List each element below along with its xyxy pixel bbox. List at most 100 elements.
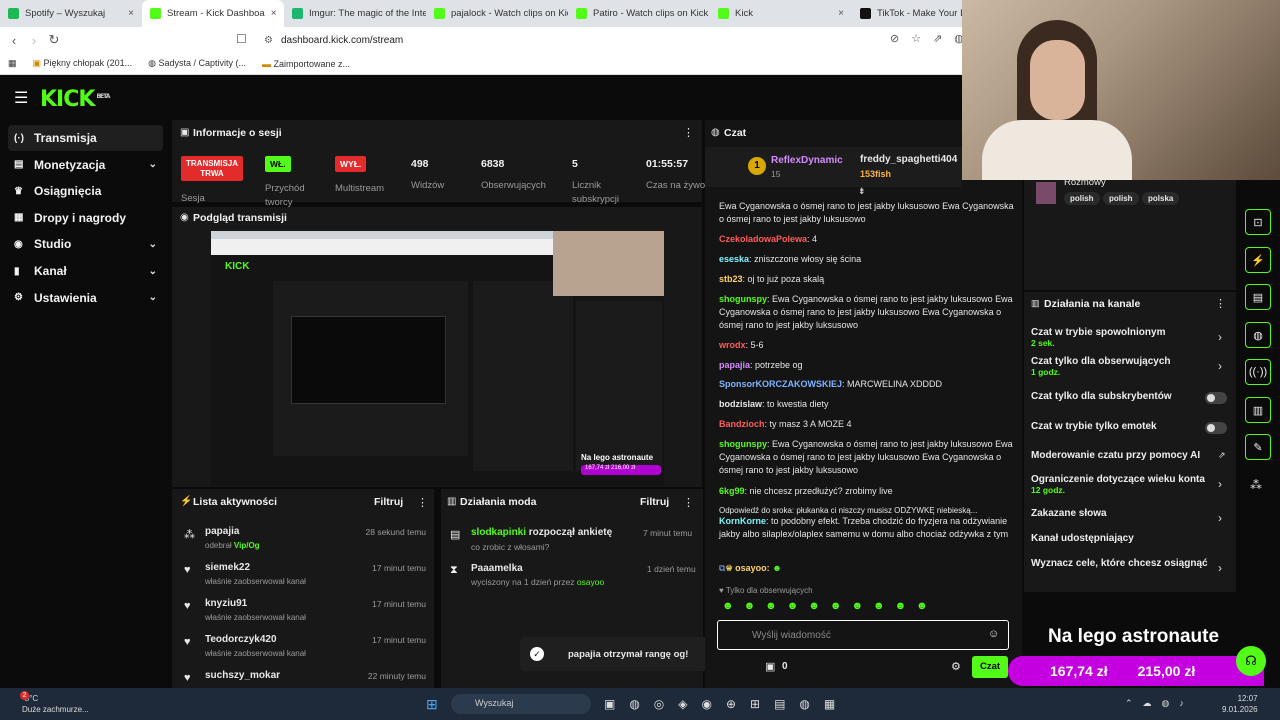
emote-row[interactable]: ☻☻☻☻☻☻☻☻☻☻ <box>722 600 938 612</box>
browser-tab[interactable]: Imgur: The magic of the Interne× <box>284 0 426 27</box>
tag-pill[interactable]: polish <box>1103 192 1139 205</box>
activity-user[interactable]: suchszy_mokar <box>205 670 280 681</box>
url-text: dashboard.kick.com/stream <box>280 34 404 46</box>
system-tray[interactable]: ⌃☁◍♪ <box>1125 698 1194 709</box>
chat-username[interactable]: shogunspy <box>719 439 767 449</box>
community-icon[interactable]: ⁂ <box>1250 478 1262 492</box>
mod-filter-button[interactable]: Filtruj <box>640 496 669 508</box>
chat-username[interactable]: CzekoladowaPolewa <box>719 234 807 244</box>
category-name[interactable]: Rozmowy <box>1064 177 1106 188</box>
close-icon[interactable]: × <box>271 8 277 19</box>
channel-action-item[interactable]: Moderowanie czatu przy pomocy AI <box>1031 450 1231 461</box>
chat-username[interactable]: SponsorKORCZAKOWSKIEJ <box>719 379 842 389</box>
mod-menu-icon[interactable]: ⋮ <box>683 496 694 509</box>
activity-user[interactable]: siemek22 <box>205 562 250 573</box>
hamburger-icon[interactable]: ☰ <box>14 88 28 108</box>
channel-action-item[interactable]: Czat w trybie spowolnionym 2 sek. <box>1031 327 1231 348</box>
channel-action-item[interactable]: Wyznacz cele, które chcesz osiągnąć <box>1031 558 1231 569</box>
sidebar-item-4[interactable]: ◉ Studio ⌄ <box>8 231 163 257</box>
chat-bubble-icon[interactable]: ◍ <box>1245 322 1271 348</box>
chat-settings-icon[interactable]: ⚙ <box>951 660 961 673</box>
activity-menu-icon[interactable]: ⋮ <box>417 496 428 509</box>
support-icon[interactable]: ☊ <box>1236 646 1266 676</box>
chat-username[interactable]: papajia <box>719 360 750 370</box>
bookmark-folder[interactable]: ▬ Zaimportowane z... <box>262 59 350 69</box>
activity-user[interactable]: knyziu91 <box>205 598 247 609</box>
chevron-right-icon[interactable]: › <box>1218 359 1222 373</box>
weather-widget[interactable]: -8°C Duże zachmurze... <box>22 693 89 715</box>
chat-username[interactable]: eseska <box>719 254 749 264</box>
forward-icon[interactable]: › <box>24 33 44 48</box>
bookmark-star-icon[interactable]: ☐ <box>236 32 247 46</box>
points-icon[interactable]: ▣ <box>765 660 775 673</box>
chat-send-button[interactable]: Czat <box>972 656 1008 678</box>
channel-actions-menu-icon[interactable]: ⋮ <box>1215 297 1226 310</box>
layout-icon[interactable]: ▥ <box>1245 397 1271 423</box>
sidebar-item-3[interactable]: ▦ Dropy i nagrody <box>8 205 163 231</box>
browser-tab[interactable]: Stream - Kick Dashboa × <box>142 0 284 27</box>
apps-icon[interactable]: ▦ <box>8 58 17 69</box>
kick-logo[interactable]: KICK BETA <box>40 87 110 112</box>
sidebar-item-6[interactable]: ⚙ Ustawienia ⌄ <box>8 285 163 311</box>
sidebar-item-0[interactable]: (·) Transmisja <box>8 125 163 151</box>
chevron-right-icon[interactable]: › <box>1218 511 1222 525</box>
bolt-icon[interactable]: ⚡ <box>1245 247 1271 273</box>
bookmark-item[interactable]: ◍ Sadysta / Captivity (... <box>148 58 246 69</box>
pinned-user-1[interactable]: ReflexDynamic <box>771 155 843 166</box>
channel-action-item[interactable]: Czat tylko dla subskrybentów <box>1031 391 1231 402</box>
close-icon[interactable]: × <box>128 8 134 19</box>
document-icon[interactable]: ▤ <box>1245 284 1271 310</box>
external-link-icon[interactable]: ⇗ <box>1218 450 1226 461</box>
browser-tab[interactable]: Spotify – Wyszukaj × <box>0 0 142 27</box>
screen-capture-icon[interactable]: ⊡ <box>1245 209 1271 235</box>
url-input[interactable]: ⚙ dashboard.kick.com/stream <box>256 30 956 50</box>
broadcast-icon[interactable]: ((·)) <box>1245 359 1271 385</box>
taskbar-apps[interactable]: ▣◍◎◈◉⊕⊞▤◍▦ <box>604 697 849 711</box>
creator-revenue-badge[interactable]: WŁ. <box>265 156 291 173</box>
chat-username[interactable]: wrodx <box>719 340 746 350</box>
activity-user[interactable]: papajia <box>205 526 239 537</box>
channel-action-item[interactable]: Ograniczenie dotyczące wieku konta 12 god… <box>1031 474 1231 495</box>
channel-action-item[interactable]: Czat tylko dla obserwujących 1 godz. <box>1031 356 1231 377</box>
collapse-icon[interactable]: ⇟ <box>858 186 866 197</box>
start-icon[interactable]: ⊞ <box>426 696 438 713</box>
tag-pill[interactable]: polish <box>1064 192 1100 205</box>
stream-preview-video[interactable]: KICK Na lego astronaute 167,74 zł 216,00… <box>211 231 664 486</box>
chat-username[interactable]: shogunspy <box>719 294 767 304</box>
site-info-icon[interactable]: ⚙ <box>264 35 273 46</box>
channel-action-item[interactable]: Czat w trybie tylko emotek <box>1031 421 1231 432</box>
browser-tab[interactable]: Patiro - Watch clips on Kick× <box>568 0 710 27</box>
back-icon[interactable]: ‹ <box>4 33 24 48</box>
session-menu-icon[interactable]: ⋮ <box>683 126 694 139</box>
chat-username[interactable]: bodzislaw <box>719 399 762 409</box>
pinned-user-2[interactable]: freddy_spaghetti404 <box>860 154 957 165</box>
toggle-switch[interactable] <box>1205 392 1227 404</box>
browser-tab[interactable]: Kick × <box>710 0 852 27</box>
chevron-right-icon[interactable]: › <box>1218 330 1222 344</box>
bookmark-item[interactable]: ▣ Piękny chłopak (201... <box>33 58 133 69</box>
chat-username[interactable]: Bandzioch <box>719 419 765 429</box>
chevron-right-icon[interactable]: › <box>1218 561 1222 575</box>
tab-label: Spotify – Wyszukaj <box>25 8 106 19</box>
toggle-switch[interactable] <box>1205 422 1227 434</box>
chat-username[interactable]: stb23 <box>719 274 743 284</box>
reload-icon[interactable]: ↻ <box>44 32 64 48</box>
channel-action-item[interactable]: Kanał udostępniający <box>1031 533 1231 544</box>
browser-tab[interactable]: pajalock - Watch clips on Kick× <box>426 0 568 27</box>
close-icon[interactable]: × <box>838 8 844 19</box>
multistream-badge[interactable]: WYŁ. <box>335 156 367 173</box>
activity-filter-button[interactable]: Filtruj <box>374 496 403 508</box>
sidebar-item-2[interactable]: ♛ Osiągnięcia <box>8 178 163 204</box>
taskbar-search[interactable]: Wyszukaj <box>451 694 591 714</box>
sidebar-item-1[interactable]: ▤ Monetyzacja ⌄ <box>8 152 163 178</box>
category-thumbnail[interactable] <box>1036 182 1056 204</box>
activity-user[interactable]: Teodorczyk420 <box>205 634 277 645</box>
emote-picker-icon[interactable]: ☺ <box>988 628 999 640</box>
sidebar-item-5[interactable]: ▮ Kanał ⌄ <box>8 258 163 284</box>
wrench-icon[interactable]: ✎ <box>1245 434 1271 460</box>
clock[interactable]: 12:07 9.01.2026 <box>1222 693 1258 715</box>
tag-pill[interactable]: polska <box>1142 192 1180 205</box>
chevron-right-icon[interactable]: › <box>1218 477 1222 491</box>
chat-username[interactable]: 6kg99 <box>719 486 745 496</box>
channel-action-item[interactable]: Zakazane słowa <box>1031 508 1231 519</box>
